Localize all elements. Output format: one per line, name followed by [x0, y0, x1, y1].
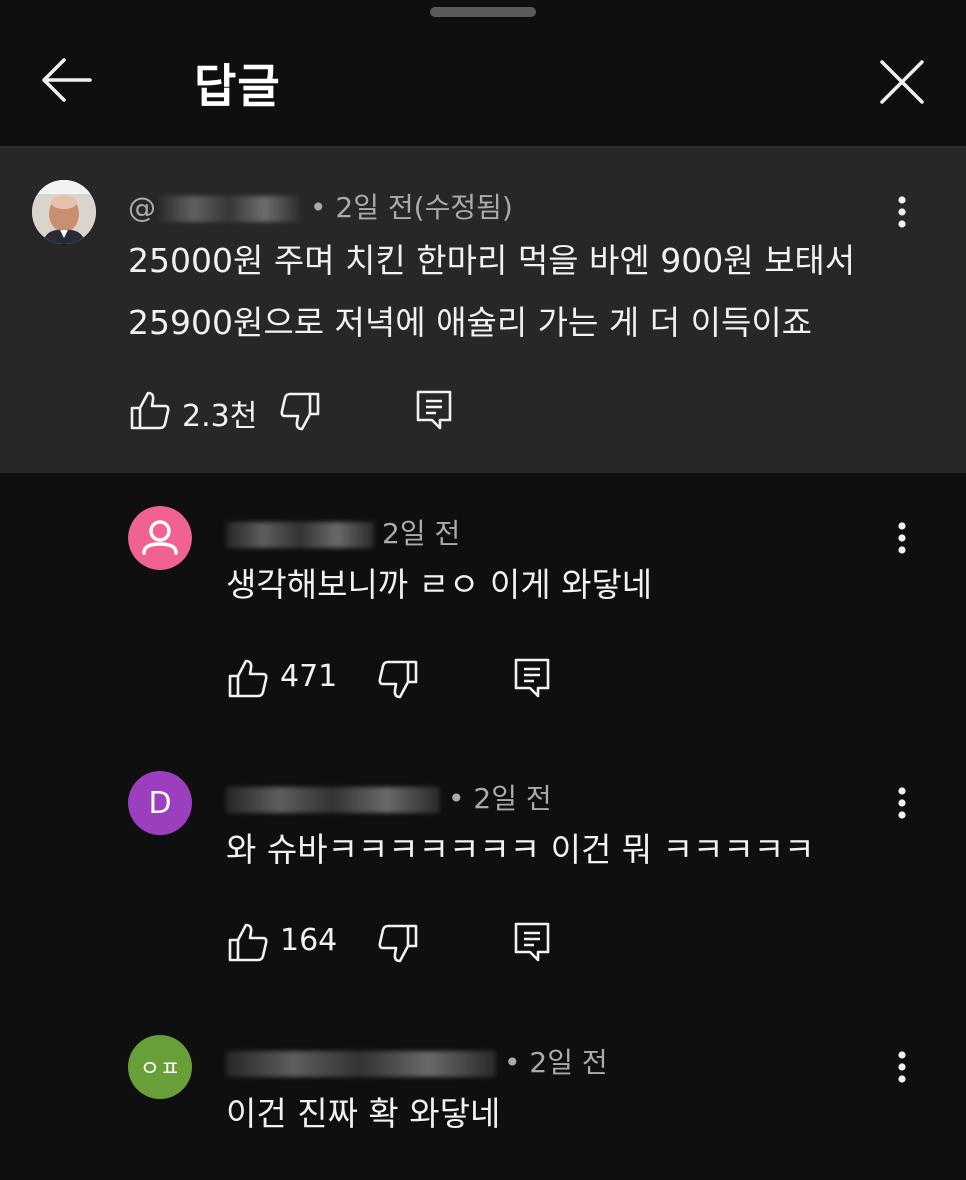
like-count: 471 [280, 659, 338, 694]
thumb-up-icon[interactable] [226, 656, 270, 700]
comment-timestamp: • 2일 전 [504, 1046, 608, 1079]
reply-icon[interactable] [512, 920, 552, 964]
more-vert-icon[interactable] [890, 514, 914, 562]
more-vert-icon[interactable] [890, 1043, 914, 1091]
thumb-up-icon[interactable] [128, 388, 172, 432]
comment-timestamp: 2일 전 [382, 517, 461, 550]
more-vert-icon[interactable] [890, 188, 914, 236]
comment-text: 이건 진짜 확 와닿네 [226, 1094, 501, 1133]
top-comment: @ • 2일 전(수정됨) 25000원 주며 치킨 한마리 먹을 바엔 900원… [0, 148, 966, 473]
comment-text: 생각해보니까 ㄹㅇ 이게 와닿네 [226, 565, 653, 604]
like-count: 2.3천 [182, 399, 258, 434]
thumb-down-icon[interactable] [278, 390, 322, 434]
thumb-up-icon[interactable] [226, 920, 270, 964]
redacted-author[interactable] [226, 522, 374, 548]
arrow-left-icon[interactable] [38, 52, 94, 108]
avatar-letter: D [148, 785, 172, 821]
comment-timestamp: • 2일 전(수정됨) [310, 191, 513, 224]
thumb-down-icon[interactable] [376, 922, 420, 966]
avatar[interactable] [32, 180, 96, 244]
comment-meta: @ • 2일 전(수정됨) [128, 186, 513, 226]
reply-icon[interactable] [414, 388, 454, 432]
avatar[interactable]: ㅇㅍ [128, 1035, 192, 1099]
author-name[interactable]: @ [128, 191, 156, 224]
avatar[interactable]: D [128, 771, 192, 835]
avatar[interactable] [128, 506, 192, 570]
header: 답글 [0, 0, 966, 148]
reply-icon[interactable] [512, 656, 552, 700]
comment-text-line-1: 25000원 주며 치킨 한마리 먹을 바엔 900원 보태서 [128, 241, 856, 280]
redacted-author[interactable] [226, 787, 440, 813]
comment-meta: • 2일 전 [226, 1041, 608, 1081]
page-title: 답글 [194, 59, 281, 113]
redacted-author[interactable] [226, 1051, 496, 1077]
like-count: 164 [280, 923, 338, 958]
comment-meta: 2일 전 [226, 512, 460, 552]
avatar-letter: ㅇㅍ [139, 1057, 181, 1082]
comment-text-line-2: 25900원으로 저녁에 애슐리 가는 게 더 이득이죠 [128, 303, 813, 342]
comment-text: 와 슈바ㅋㅋㅋㅋㅋㅋㅋ 이건 뭐 ㅋㅋㅋㅋㅋ [226, 830, 815, 869]
redacted-author [158, 196, 300, 222]
more-vert-icon[interactable] [890, 779, 914, 827]
comment-meta: • 2일 전 [226, 777, 552, 817]
thumb-down-icon[interactable] [376, 658, 420, 702]
close-icon[interactable] [876, 56, 928, 108]
comment-timestamp: • 2일 전 [448, 782, 552, 815]
